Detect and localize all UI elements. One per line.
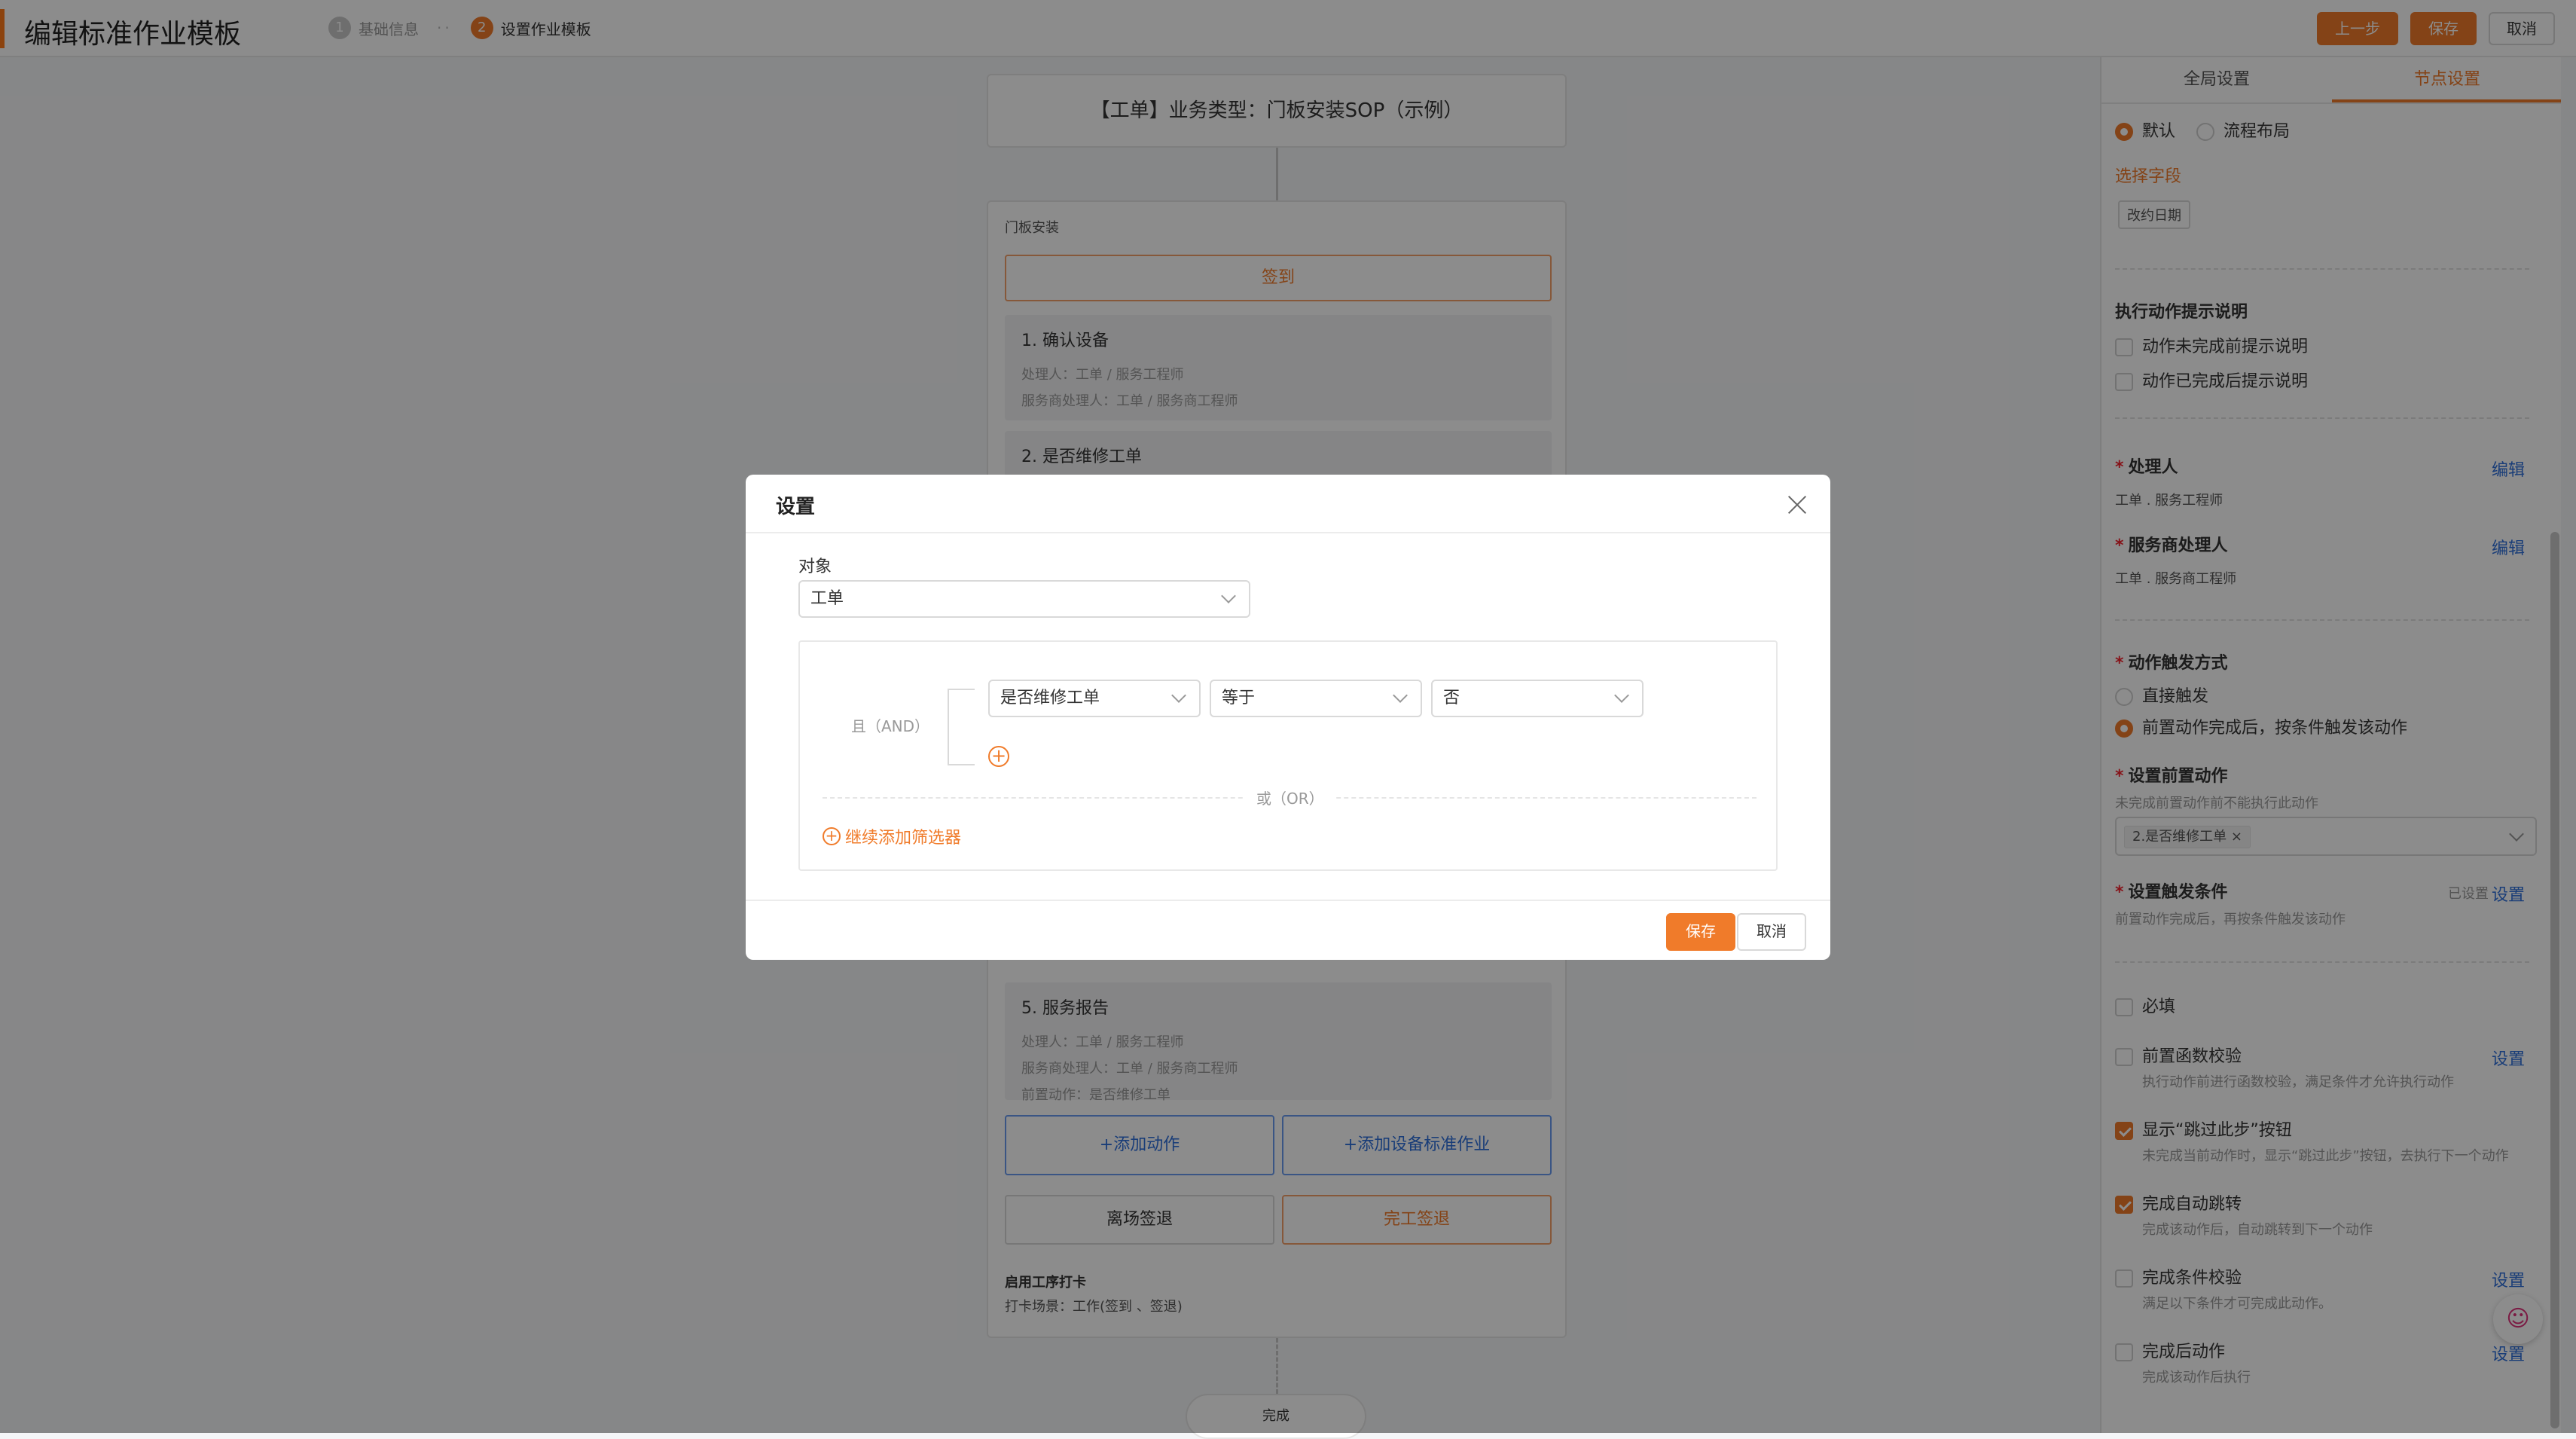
add-condition-icon[interactable]: + (988, 746, 1009, 767)
and-label: 且（AND） (851, 717, 930, 735)
filter-value-value: 否 (1443, 689, 1460, 707)
add-filter-button[interactable]: + 继续添加筛选器 (823, 824, 961, 848)
or-label: 或（OR） (1244, 787, 1336, 808)
filter-field-value: 是否维修工单 (1000, 689, 1100, 707)
dialog-header: 设置 (746, 475, 1830, 533)
object-label: 对象 (798, 558, 832, 576)
settings-dialog: 设置 对象 工单 且（AND） 是否维修工单 等于 否 + 或（OR） + 继续… (746, 475, 1830, 960)
filter-group: 且（AND） 是否维修工单 等于 否 + 或（OR） + 继续添加筛选器 (798, 640, 1778, 871)
add-filter-icon: + (823, 827, 841, 845)
dialog-footer: 保存 取消 (746, 900, 1830, 960)
close-icon[interactable] (1787, 494, 1808, 515)
dialog-cancel-button[interactable]: 取消 (1737, 913, 1806, 951)
filter-value-select[interactable]: 否 (1431, 680, 1644, 717)
object-select-value: 工单 (810, 589, 844, 608)
chevron-down-icon (1221, 588, 1236, 603)
dialog-title: 设置 (776, 496, 816, 518)
chevron-down-icon (1614, 688, 1629, 703)
filter-operator-value: 等于 (1222, 689, 1256, 707)
chevron-down-icon (1171, 688, 1186, 703)
filter-operator-select[interactable]: 等于 (1210, 680, 1422, 717)
dialog-save-button[interactable]: 保存 (1666, 913, 1735, 951)
add-filter-label: 继续添加筛选器 (845, 829, 962, 848)
filter-field-select[interactable]: 是否维修工单 (988, 680, 1201, 717)
chevron-down-icon (1393, 688, 1408, 703)
object-select[interactable]: 工单 (798, 580, 1250, 618)
and-bracket (948, 689, 975, 765)
